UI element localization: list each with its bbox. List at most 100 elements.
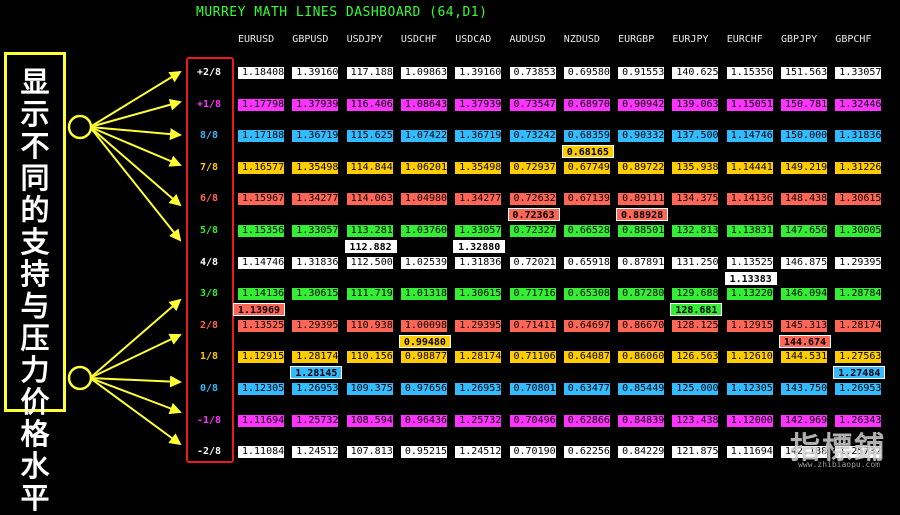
level-value-cell: 1.02539 xyxy=(400,256,447,269)
level-value-cell: 132.813 xyxy=(672,225,719,237)
level-value-cell: 1.13220 xyxy=(726,288,773,301)
level-value-cell: 1.30615 xyxy=(292,288,339,301)
annotation-char: 平 xyxy=(20,481,50,515)
level-value-cell: 1.12000 xyxy=(726,414,773,427)
level-value-cell: 0.64697 xyxy=(563,319,610,332)
level-label: 6/8 xyxy=(199,193,219,205)
annotation-arrow xyxy=(89,126,182,207)
level-value-cell: 1.17798 xyxy=(238,98,284,111)
annotation-arrow xyxy=(89,70,182,128)
level-value-cell: 0.86670 xyxy=(618,319,665,332)
level-value-cell: 1.13525 xyxy=(726,256,773,269)
pair-header-usdjpy: USDJPY xyxy=(346,34,383,45)
level-value-cell: 1.34277 xyxy=(292,193,339,206)
level-value-cell: 1.13525 xyxy=(238,319,284,332)
annotation-arrow xyxy=(89,377,182,415)
annotation-arrow xyxy=(89,333,182,379)
level-value-cell: 143.750 xyxy=(781,383,827,395)
annotation-arrow xyxy=(89,126,182,242)
level-value-cell: 0.67139 xyxy=(563,193,610,206)
level-value-cell: 0.70496 xyxy=(509,414,556,427)
level-value-cell: 0.72632 xyxy=(509,193,556,206)
level-value-cell: 0.65918 xyxy=(563,256,610,269)
level-value-cell: 0.72937 xyxy=(509,161,556,174)
level-value-cell: 1.31836 xyxy=(455,256,502,269)
level-value-cell: 0.90332 xyxy=(618,130,665,143)
level-value-cell: 109.375 xyxy=(346,383,393,395)
current-price-marker: 1.13383 xyxy=(724,271,777,285)
level-value-cell: 1.15051 xyxy=(726,98,773,111)
level-value-cell: 115.625 xyxy=(346,130,393,143)
level-value-cell: 1.08643 xyxy=(400,98,447,111)
level-value-cell: 149.219 xyxy=(781,161,827,174)
level-value-cell: 1.35498 xyxy=(455,161,502,174)
pair-header-eurgbp: EURGBP xyxy=(618,34,655,45)
pair-header-usdchf: USDCHF xyxy=(400,34,438,45)
level-value-cell: 1.15356 xyxy=(726,67,773,79)
level-value-cell: 1.12610 xyxy=(726,351,773,364)
level-value-cell: 0.97656 xyxy=(400,383,447,395)
level-value-cell: 0.70801 xyxy=(509,383,556,395)
pair-header-gbpjpy: GBPJPY xyxy=(781,34,818,45)
level-value-cell: 1.28174 xyxy=(455,351,502,364)
level-label: 3/8 xyxy=(199,288,219,300)
level-value-cell: 150.781 xyxy=(781,98,827,111)
level-label: 8/8 xyxy=(199,130,219,142)
level-value-cell: 121.875 xyxy=(672,446,719,459)
level-value-cell: 123.438 xyxy=(672,414,719,427)
level-value-cell: 112.500 xyxy=(346,256,393,269)
current-price-marker: 1.28145 xyxy=(290,366,343,380)
level-value-cell: 110.938 xyxy=(346,319,393,332)
annotation-arrow xyxy=(89,98,182,128)
level-value-cell: 1.11694 xyxy=(238,414,284,427)
level-value-cell: 1.33057 xyxy=(835,67,882,79)
level-value-cell: 150.000 xyxy=(781,130,827,143)
level-value-cell: 0.73242 xyxy=(509,130,556,143)
level-value-cell: 0.71716 xyxy=(509,288,556,301)
level-value-cell: 1.14746 xyxy=(238,256,284,269)
level-value-cell: 1.28174 xyxy=(292,351,339,364)
level-value-cell: 1.27563 xyxy=(835,351,882,364)
level-value-cell: 1.31226 xyxy=(835,161,882,174)
level-value-cell: 151.563 xyxy=(781,67,827,79)
level-value-cell: 147.656 xyxy=(781,225,827,237)
level-value-cell: 1.37939 xyxy=(455,98,502,111)
level-value-cell: 0.84839 xyxy=(618,414,665,427)
current-price-marker: 0.99480 xyxy=(398,334,451,348)
level-value-cell: 1.12915 xyxy=(726,319,773,332)
level-value-cell: 1.39160 xyxy=(455,67,502,79)
level-value-cell: 1.33057 xyxy=(455,225,502,237)
level-value-cell: 0.73853 xyxy=(509,67,556,79)
current-price-marker: 1.13969 xyxy=(233,303,285,317)
level-value-cell: 1.37939 xyxy=(292,98,339,111)
level-value-cell: 0.65308 xyxy=(563,288,610,301)
level-value-cell: 114.844 xyxy=(346,161,393,174)
pair-header-usdcad: USDCAD xyxy=(455,34,492,45)
level-value-cell: 140.625 xyxy=(672,67,719,79)
level-value-cell: 0.69580 xyxy=(563,67,610,79)
level-value-cell: 114.063 xyxy=(346,193,393,206)
level-label: 2/8 xyxy=(199,319,219,331)
level-value-cell: 0.91553 xyxy=(618,67,665,79)
level-value-cell: 1.29395 xyxy=(292,319,339,332)
level-label: -2/8 xyxy=(196,446,222,458)
level-value-cell: 1.03760 xyxy=(400,225,447,237)
annotation-arrow xyxy=(89,126,182,167)
current-price-marker: 144.674 xyxy=(779,334,831,348)
current-price-marker: 112.882 xyxy=(344,240,397,253)
level-value-cell: 0.71106 xyxy=(509,351,556,364)
current-price-marker: 128.681 xyxy=(670,303,723,317)
current-price-marker: 0.68165 xyxy=(561,145,614,159)
level-value-cell: 126.563 xyxy=(672,351,719,364)
level-value-cell: 0.73547 xyxy=(509,98,556,111)
level-value-cell: 1.30615 xyxy=(835,193,882,206)
annotation-arrow xyxy=(89,377,182,446)
level-value-cell: 0.70190 xyxy=(509,446,556,459)
level-value-cell: 0.89111 xyxy=(618,193,665,206)
level-value-cell: 0.64087 xyxy=(563,351,610,364)
level-value-cell: 1.12915 xyxy=(238,351,284,364)
level-value-cell: 1.15967 xyxy=(238,193,284,206)
level-value-cell: 0.98877 xyxy=(400,351,447,364)
level-label: 5/8 xyxy=(199,225,219,236)
level-value-cell: 1.28784 xyxy=(835,288,882,301)
